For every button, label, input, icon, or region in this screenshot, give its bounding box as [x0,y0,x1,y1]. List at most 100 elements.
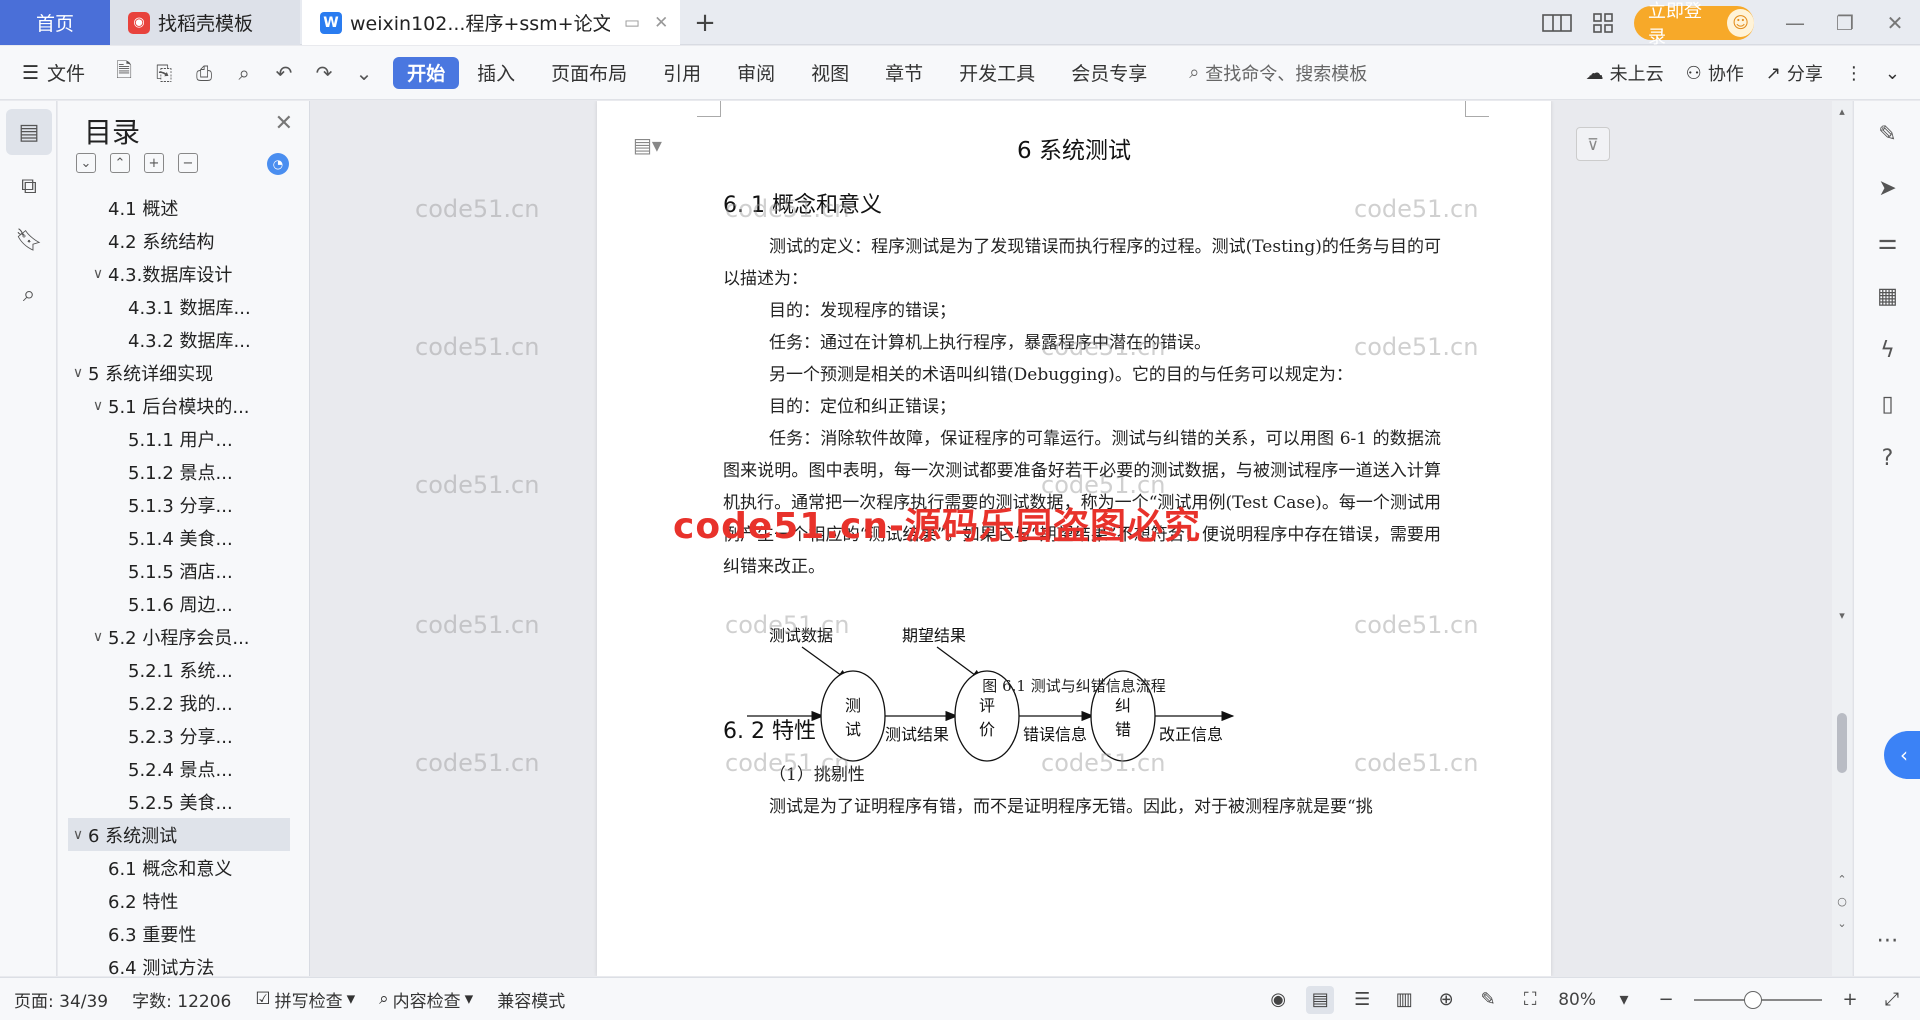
tab-document[interactable]: W weixin102...程序+ssm+论文 ▭ ✕ [302,0,680,45]
chevron-down-icon[interactable]: ∨ [68,827,88,843]
zoom-slider[interactable] [1694,990,1822,1009]
scroll-down-icon[interactable]: ▾ [1832,609,1852,622]
toc-item[interactable]: 5.2.5 美食... [68,785,290,818]
remove-heading-icon[interactable]: − [178,153,198,173]
file-menu[interactable]: ☰ 文件 [22,59,85,86]
zoom-value[interactable]: 80% [1558,990,1596,1010]
toc-item[interactable]: 5.1.4 美食... [68,521,290,554]
toc-item[interactable]: 5.2.2 我的... [68,686,290,719]
toc-item[interactable]: ∨ 5 系统详细实现 [68,356,290,389]
ribbon-tab-developer[interactable]: 开发工具 [941,57,1053,89]
outline-view-icon[interactable]: ☰ [1348,986,1376,1014]
more-quick-icon[interactable]: ⌄ [349,61,379,85]
print-preview-icon[interactable]: ⌕ [229,61,259,85]
ribbon-tab-review[interactable]: 审阅 [719,57,793,89]
zoom-dropdown-icon[interactable]: ▾ [1610,986,1638,1014]
tab-template[interactable]: ◉ 找稻壳模板 [110,0,300,45]
toc-item[interactable]: 4.1 概述 [68,191,290,224]
ribbon-tab-chapter[interactable]: 章节 [867,57,941,89]
image-tool-icon[interactable]: ▦ [1854,269,1920,323]
share-button[interactable]: ↗ 分享 [1766,60,1823,86]
lightning-icon[interactable]: ϟ [1854,323,1920,377]
chevron-down-icon[interactable]: ∨ [88,398,108,414]
ribbon-tab-insert[interactable]: 插入 [459,57,533,89]
page-indicator[interactable]: 页面: 34/39 [14,987,108,1012]
body-paragraphs-2[interactable]: （1）挑剔性 测试是为了证明程序有错，而不是证明程序无错。因此，对于被测程序就是… [723,759,1441,823]
section-heading-6-1[interactable]: 6. 1 概念和意义 [723,187,882,219]
collapse-all-icon[interactable]: ⌃ [110,153,130,173]
chevron-down-icon[interactable]: ∨ [68,365,88,381]
word-count[interactable]: 字数: 12206 [132,987,231,1012]
restore-icon[interactable]: ❐ [1820,11,1870,35]
export-pdf-icon[interactable]: ⎘ [149,61,179,85]
toc-item[interactable]: 5.1.6 周边... [68,587,290,620]
toc-item[interactable]: 5.1.2 景点... [68,455,290,488]
web-view-icon[interactable]: ⊕ [1432,986,1460,1014]
fold-panel-icon[interactable]: ⊽ [1576,127,1610,161]
prev-page-icon[interactable]: ⌃ [1832,873,1852,886]
toc-item[interactable]: 6.3 重要性 [68,917,290,950]
close-tab-icon[interactable]: ✕ [654,13,668,33]
document-scrollbar[interactable]: ▴ ⌃ ○ ⌄ ▾ [1832,101,1852,976]
toc-item[interactable]: 4.3.1 数据库... [68,290,290,323]
ribbon-tab-view[interactable]: 视图 [793,57,867,89]
close-window-icon[interactable]: ✕ [1870,11,1920,35]
page-view-icon[interactable]: ▤ [1306,985,1335,1014]
toc-item[interactable]: 5.2.1 系统... [68,653,290,686]
toc-item[interactable]: 5.1.5 酒店... [68,554,290,587]
fullscreen-icon[interactable]: ⤢ [1878,986,1906,1014]
toc-item[interactable]: 6.1 概念和意义 [68,851,290,884]
toc-item[interactable]: 4.2 系统结构 [68,224,290,257]
compat-mode[interactable]: 兼容模式 [497,987,565,1012]
toc-item[interactable]: ∨ 4.3.数据库设计 [68,257,290,290]
page-jump-icon[interactable]: ○ [1832,895,1852,908]
login-button[interactable]: 立即登录 ☺ [1634,1,1754,48]
zoom-in-icon[interactable]: + [1836,986,1864,1014]
more-menu-icon[interactable]: ⋮ [1845,63,1863,84]
ai-assistant-icon[interactable]: ◔ [267,153,289,175]
apps-grid-icon[interactable] [1580,0,1626,45]
bookmark-icon[interactable]: 🔖︎ [6,217,52,263]
zoom-out-icon[interactable]: − [1652,986,1680,1014]
minimize-icon[interactable]: — [1770,11,1820,35]
toc-item[interactable]: 6.4 测试方法 [68,950,290,977]
toc-item[interactable]: 4.3.2 数据库... [68,323,290,356]
close-panel-icon[interactable]: ✕ [275,111,293,136]
toc-item[interactable]: ∨ 5.2 小程序会员... [68,620,290,653]
save-icon[interactable]: 🗎 [109,56,139,90]
ribbon-tab-reference[interactable]: 引用 [645,57,719,89]
more-tools-icon[interactable]: ⋯ [1854,913,1920,967]
collapse-ribbon-icon[interactable]: ⌄ [1885,63,1900,84]
chapter-heading[interactable]: 6 系统测试 [597,131,1551,165]
section-heading-6-2[interactable]: 6. 2 特性 [723,713,816,745]
toc-item[interactable]: ∨ 5.1 后台模块的... [68,389,290,422]
scrollbar-thumb[interactable] [1837,713,1847,773]
chevron-down-icon[interactable]: ∨ [88,266,108,282]
eye-protect-icon[interactable]: ◉ [1264,986,1292,1014]
toc-item[interactable]: ∨ 6 系统测试 [68,818,290,851]
cloud-status-button[interactable]: ☁ 未上云 [1586,60,1664,86]
find-icon[interactable]: ⌕ [6,271,52,317]
write-view-icon[interactable]: ✎ [1474,986,1502,1014]
fit-page-icon[interactable]: ⛶ [1516,986,1544,1014]
ribbon-tab-start[interactable]: 开始 [393,56,460,89]
tab-home[interactable]: 首页 [0,0,110,45]
print-icon[interactable]: ⎙ [189,61,219,85]
float-window-icon[interactable]: ▭ [624,13,640,33]
toc-item[interactable]: 5.1.1 用户... [68,422,290,455]
ribbon-tab-member[interactable]: 会员专享 [1053,57,1165,89]
expand-all-icon[interactable]: ⌄ [76,153,96,173]
redo-icon[interactable]: ↷ [309,61,339,85]
scroll-up-icon[interactable]: ▴ [1832,105,1852,118]
new-tab-button[interactable]: + [690,0,720,45]
toc-item[interactable]: 5.2.4 景点... [68,752,290,785]
spell-check-button[interactable]: ☑ 拼写检查 ▾ [255,987,355,1012]
toc-icon[interactable]: ▤ [6,109,52,155]
select-pointer-icon[interactable]: ➤ [1854,161,1920,215]
zoom-slider-knob[interactable] [1743,990,1762,1009]
next-page-icon[interactable]: ⌄ [1832,917,1852,930]
chapter-nav-icon[interactable]: ⧉ [6,163,52,209]
layout-icon[interactable] [1534,0,1580,45]
toc-item[interactable]: 5.2.3 分享... [68,719,290,752]
command-search[interactable]: ⌕ 查找命令、搜索模板 [1189,60,1367,86]
